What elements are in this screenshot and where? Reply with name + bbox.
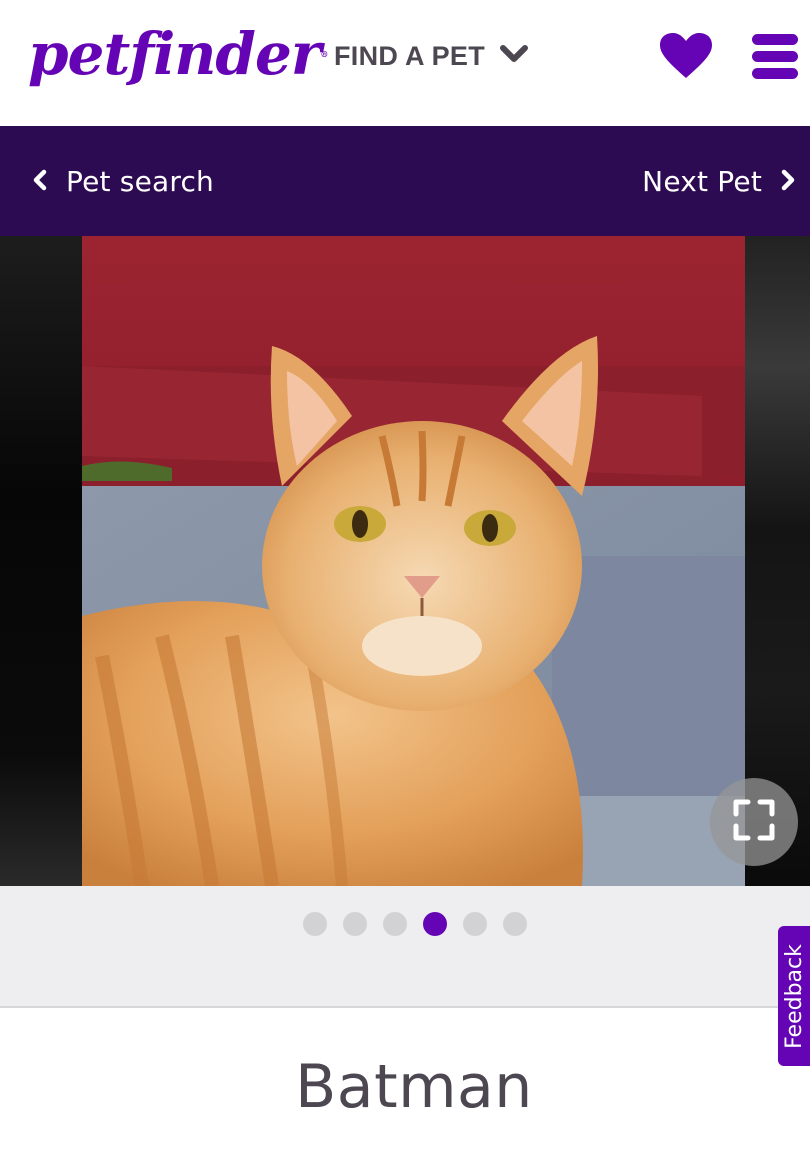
carousel-dot[interactable] [503, 912, 527, 936]
find-a-pet-label: FIND A PET [334, 40, 485, 71]
fullscreen-button[interactable] [710, 778, 798, 866]
main-menu-button[interactable] [752, 32, 800, 80]
pet-photo[interactable] [82, 236, 745, 886]
petfinder-logo[interactable]: petfinder® [28, 14, 328, 94]
carousel-pagination [0, 886, 810, 1008]
chevron-down-icon [499, 43, 529, 70]
logo-text: petfinder [28, 20, 321, 88]
menu-bar [752, 51, 798, 62]
favorites-button[interactable] [658, 32, 714, 80]
carousel-dot-active[interactable] [423, 912, 447, 936]
chevron-left-icon [32, 165, 48, 198]
pet-search-back-link[interactable]: Pet search [32, 126, 214, 236]
carousel-dot[interactable] [463, 912, 487, 936]
previous-photo-preview[interactable] [0, 236, 82, 886]
next-pet-link[interactable]: Next Pet [642, 126, 796, 236]
next-pet-label: Next Pet [642, 164, 762, 198]
registered-mark: ® [320, 49, 328, 59]
menu-bar [752, 34, 798, 45]
site-header: petfinder® FIND A PET [0, 0, 810, 126]
feedback-tab[interactable]: Feedback [778, 926, 810, 1066]
chevron-right-icon [780, 165, 796, 198]
carousel-dot[interactable] [383, 912, 407, 936]
fullscreen-expand-icon [733, 799, 775, 846]
menu-bar [752, 68, 798, 79]
pet-navigation-bar: Pet search Next Pet [0, 126, 810, 236]
carousel-dots [303, 912, 527, 936]
pet-search-label: Pet search [66, 164, 215, 198]
pet-photo-carousel[interactable] [0, 236, 810, 886]
feedback-label: Feedback [781, 943, 807, 1049]
pet-name-heading: Batman [295, 1052, 533, 1122]
find-a-pet-dropdown[interactable]: FIND A PET [334, 38, 529, 74]
heart-icon [658, 33, 714, 84]
cat-photo-illustration [82, 236, 745, 886]
carousel-dot[interactable] [303, 912, 327, 936]
carousel-dot[interactable] [343, 912, 367, 936]
